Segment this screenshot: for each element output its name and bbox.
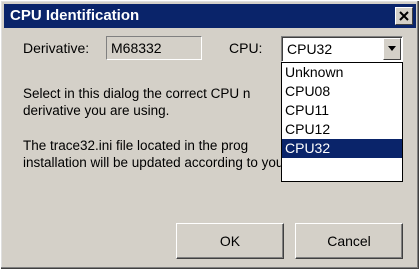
- chevron-down-icon: [388, 46, 396, 51]
- close-icon: [399, 11, 409, 21]
- dropdown-option-cpu11[interactable]: CPU11: [282, 101, 402, 120]
- cpu-select[interactable]: CPU32: [281, 36, 403, 62]
- cancel-button[interactable]: Cancel: [295, 223, 403, 259]
- cpu-select-dropdown-button[interactable]: [383, 38, 401, 60]
- cpu-select-value: CPU32: [287, 41, 333, 57]
- dropdown-option-cpu08[interactable]: CPU08: [282, 82, 402, 101]
- title-bar[interactable]: CPU Identification: [4, 4, 416, 28]
- cpu-identification-dialog: CPU Identification Derivative: M68332 CP…: [0, 0, 420, 270]
- derivative-value: M68332: [111, 40, 162, 56]
- dropdown-option-cpu32[interactable]: CPU32: [282, 139, 402, 158]
- cpu-label: CPU:: [229, 40, 263, 56]
- derivative-field: M68332: [106, 36, 202, 60]
- dropdown-option-unknown[interactable]: Unknown: [282, 63, 402, 82]
- window-title: CPU Identification: [10, 7, 140, 24]
- cpu-dropdown-list[interactable]: Unknown CPU08 CPU11 CPU12 CPU32: [281, 62, 403, 182]
- derivative-label: Derivative:: [23, 40, 90, 56]
- dropdown-option-cpu12[interactable]: CPU12: [282, 120, 402, 139]
- close-button[interactable]: [395, 7, 413, 25]
- ok-button[interactable]: OK: [176, 223, 284, 259]
